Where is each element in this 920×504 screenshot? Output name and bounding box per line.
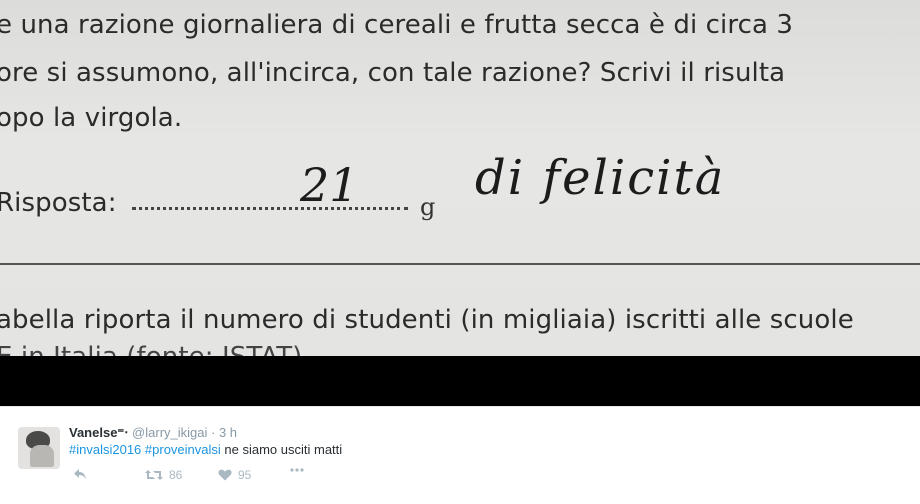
tweet-photo[interactable]: e una razione giornaliera di cereali e f… <box>0 0 920 356</box>
avatar[interactable] <box>18 427 60 469</box>
like-count: 95 <box>238 468 252 482</box>
photo-text-line-2: ore si assumono, all'incirca, con tale r… <box>0 58 786 88</box>
photo-text-line-3: opo la virgola. <box>0 103 183 133</box>
meta-separator: · <box>211 425 216 440</box>
answer-label: Risposta: <box>0 188 117 218</box>
user-handle[interactable]: @larry_ikigai <box>132 425 207 440</box>
display-name[interactable]: Vanelse⁼⋅ <box>69 425 128 440</box>
more-icon <box>290 468 304 472</box>
like-button[interactable]: 95 <box>218 468 251 482</box>
photo-text-line-5: E in Italia (fonte: ISTAT) <box>0 342 302 356</box>
retweet-count: 86 <box>169 468 183 482</box>
tweet-timestamp[interactable]: 3 h <box>219 425 237 440</box>
photo-text-line-1: e una razione giornaliera di cereali e f… <box>0 10 794 40</box>
more-button[interactable] <box>290 468 304 472</box>
retweet-icon <box>145 469 163 481</box>
separator-rule <box>0 263 920 265</box>
hashtag-invalsi2016[interactable]: #invalsi2016 <box>69 442 141 457</box>
retweet-button[interactable]: 86 <box>145 468 182 482</box>
handwritten-number: 21 <box>300 158 359 212</box>
handwritten-text: di felicità <box>475 150 726 206</box>
reply-icon <box>73 468 87 480</box>
tweet-text: #invalsi2016 #proveinvalsi ne siamo usci… <box>69 442 342 457</box>
answer-dotted-line <box>132 207 408 210</box>
heart-icon <box>218 469 232 481</box>
hashtag-proveinvalsi[interactable]: #proveinvalsi <box>145 442 221 457</box>
tweet-body-text: ne siamo usciti matti <box>220 442 343 457</box>
tweet-header: Vanelse⁼⋅ @larry_ikigai · 3 h <box>69 425 237 441</box>
photo-text-line-4: abella riporta il numero di studenti (in… <box>0 305 854 335</box>
media-bottom-bar <box>0 356 920 406</box>
answer-unit: g <box>420 193 436 221</box>
avatar-body-shape <box>30 445 54 467</box>
reply-button[interactable] <box>73 468 87 480</box>
